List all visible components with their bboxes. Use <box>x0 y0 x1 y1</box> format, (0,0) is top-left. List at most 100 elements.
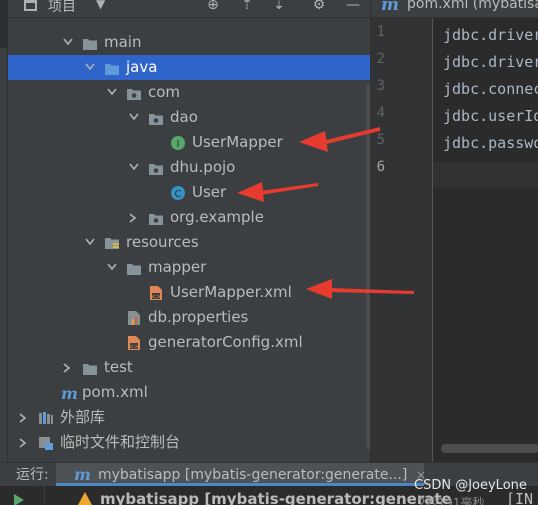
console-time: 2秒191毫秒 <box>418 496 485 505</box>
tree-item[interactable]: C User <box>8 180 370 205</box>
tree-item-label: java <box>126 58 158 76</box>
left-tool-strip <box>0 0 8 462</box>
tree-item[interactable]: org.example <box>8 205 370 230</box>
chevron-down-icon[interactable]: ▼ <box>96 0 105 11</box>
tree-item-label: resources <box>126 233 199 251</box>
tree-item[interactable]: java <box>8 55 370 80</box>
class-icon: C <box>170 185 186 201</box>
maven-icon: m <box>381 0 399 15</box>
folder-icon <box>126 260 142 276</box>
svg-text:<>: <> <box>129 344 139 351</box>
tree-item[interactable]: resources <box>8 230 370 255</box>
tree-item[interactable]: mapper <box>8 255 370 280</box>
tree-item[interactable]: I UserMapper <box>8 130 370 155</box>
tree-item[interactable]: dhu.pojo <box>8 155 370 180</box>
chevron-down-icon[interactable] <box>84 230 96 255</box>
tree-item-label: dhu.pojo <box>170 158 236 176</box>
editor-tab[interactable]: m pom.xml (mybatisapp) <box>371 0 538 18</box>
chevron-right-icon[interactable] <box>62 355 74 380</box>
source-folder-icon <box>104 60 120 76</box>
chevron-down-icon[interactable] <box>106 255 118 280</box>
editor-horizontal-scrollbar[interactable] <box>441 444 538 453</box>
tree-item-label: org.example <box>170 208 264 226</box>
tree-item-label: main <box>104 33 142 51</box>
tree-item[interactable]: 外部库 <box>8 405 370 430</box>
run-label: 运行: <box>16 467 49 483</box>
line-number: 6 <box>376 159 385 175</box>
tree-item[interactable]: main <box>8 30 370 55</box>
chevron-down-icon[interactable] <box>62 30 74 55</box>
project-panel: 项目 ▼ ⊕ ⇡ ⇣ ⚙ — main java com dao I UserMapper… <box>8 0 370 462</box>
svg-text:I: I <box>177 139 180 150</box>
code-line: jdbc.driver <box>443 26 538 44</box>
console-message[interactable]: mybatisapp [mybatis-generator:generate <box>100 490 452 505</box>
project-panel-header: 项目 ▼ ⊕ ⇡ ⇣ ⚙ — <box>8 0 370 18</box>
properties-file-icon <box>126 310 142 326</box>
line-number: 2 <box>376 51 385 67</box>
chevron-down-icon[interactable] <box>128 105 140 130</box>
tree-item-label: dao <box>170 108 198 126</box>
package-icon <box>148 110 164 126</box>
tree-item-label: User <box>192 183 227 201</box>
editor: m pom.xml (mybatisapp) 1 2 3 4 5 6 jdbc.drive… <box>370 0 538 462</box>
tree-item-label: generatorConfig.xml <box>148 333 303 351</box>
expand-all-icon[interactable]: ⇡ <box>240 0 254 12</box>
libraries-icon <box>38 410 54 426</box>
tree-item[interactable]: <> UserMapper.xml <box>8 280 370 305</box>
chevron-right-icon[interactable] <box>18 430 30 455</box>
scratches-icon <box>38 435 54 451</box>
svg-text:<>: <> <box>151 294 161 301</box>
tree-item-label: test <box>104 358 133 376</box>
project-panel-title[interactable]: 项目 <box>48 0 76 16</box>
tree-item-label: UserMapper <box>192 133 283 151</box>
tree-item-label: mapper <box>148 258 207 276</box>
svg-text:C: C <box>175 189 182 200</box>
line-number: 3 <box>376 78 385 94</box>
chevron-down-icon[interactable] <box>84 55 96 80</box>
tree-item-label: com <box>148 83 181 101</box>
code-line: jdbc.password <box>443 134 538 152</box>
locate-icon[interactable]: ⊕ <box>206 0 220 12</box>
code-line: jdbc.driver <box>443 53 538 71</box>
resources-folder-icon <box>104 235 120 251</box>
warning-icon <box>78 492 92 505</box>
project-tool-tab[interactable] <box>0 0 8 48</box>
package-icon <box>148 160 164 176</box>
tree-item[interactable]: m pom.xml <box>8 380 370 405</box>
editor-tab-label: pom.xml (mybatisapp) <box>407 0 538 12</box>
svg-text:m: m <box>61 385 78 401</box>
chevron-down-icon[interactable] <box>128 155 140 180</box>
xml-file-icon: <> <box>126 335 142 351</box>
folder-icon <box>82 35 98 51</box>
code-line: jdbc.connection <box>443 80 538 98</box>
folder-icon <box>82 360 98 376</box>
tree-item[interactable]: dao <box>8 105 370 130</box>
line-number: 5 <box>376 132 385 148</box>
line-number: 1 <box>376 24 385 40</box>
chevron-right-icon[interactable] <box>18 405 30 430</box>
tree-item-label: UserMapper.xml <box>170 283 292 301</box>
tree-item-label: 外部库 <box>60 408 106 426</box>
tree-item[interactable]: db.properties <box>8 305 370 330</box>
line-number: 4 <box>376 105 385 121</box>
tree-item-label: db.properties <box>148 308 249 326</box>
chevron-down-icon[interactable] <box>106 80 118 105</box>
chevron-right-icon[interactable] <box>128 205 140 230</box>
project-icon <box>24 0 37 11</box>
tree-item[interactable]: com <box>8 80 370 105</box>
tree-item-label: pom.xml <box>82 383 148 401</box>
hide-icon[interactable]: — <box>346 0 360 12</box>
collapse-all-icon[interactable]: ⇣ <box>272 0 286 12</box>
tree-item[interactable]: <> generatorConfig.xml <box>8 330 370 355</box>
package-icon <box>126 85 142 101</box>
divider <box>44 486 45 505</box>
watermark: CSDN @JoeyLone <box>414 478 527 493</box>
package-icon <box>148 210 164 226</box>
maven-icon: m <box>60 384 78 403</box>
gear-icon[interactable]: ⚙ <box>312 0 326 12</box>
tree-item-label: 临时文件和控制台 <box>60 433 181 451</box>
tree-item[interactable]: test <box>8 355 370 380</box>
tree-item[interactable]: 临时文件和控制台 <box>8 430 370 455</box>
run-play-icon[interactable] <box>14 494 24 505</box>
code-line: jdbc.userId <box>443 107 538 125</box>
